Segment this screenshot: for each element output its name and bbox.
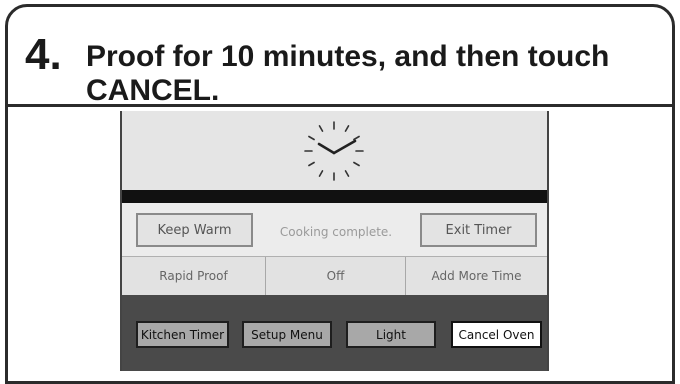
status-text: Cooking complete.	[279, 225, 393, 239]
setup-menu-button[interactable]: Setup Menu	[242, 321, 332, 348]
clock-area	[122, 111, 547, 190]
oven-display: Keep Warm Cooking complete. Exit Timer R…	[120, 111, 549, 371]
status-row: Keep Warm Cooking complete. Exit Timer	[122, 203, 547, 257]
light-button[interactable]: Light	[346, 321, 436, 348]
exit-timer-button[interactable]: Exit Timer	[420, 213, 537, 247]
display-divider	[122, 190, 547, 203]
options-row: Rapid Proof Off Add More Time	[122, 257, 547, 295]
kitchen-timer-button[interactable]: Kitchen Timer	[136, 321, 229, 348]
step-text: Proof for 10 minutes, and then touch CAN…	[86, 40, 610, 107]
add-more-time-button[interactable]: Add More Time	[406, 257, 547, 295]
control-bar: Kitchen Timer Setup Menu Light Cancel Ov…	[122, 295, 547, 371]
instruction-header: 4. Proof for 10 minutes, and then touch …	[8, 7, 672, 107]
step-number: 4.	[25, 30, 62, 79]
keep-warm-button[interactable]: Keep Warm	[136, 213, 253, 247]
cancel-oven-button[interactable]: Cancel Oven	[451, 321, 542, 348]
clock-icon	[304, 121, 364, 181]
rapid-proof-button[interactable]: Rapid Proof	[122, 257, 266, 295]
instruction-card: 4. Proof for 10 minutes, and then touch …	[5, 4, 675, 384]
off-button[interactable]: Off	[266, 257, 406, 295]
